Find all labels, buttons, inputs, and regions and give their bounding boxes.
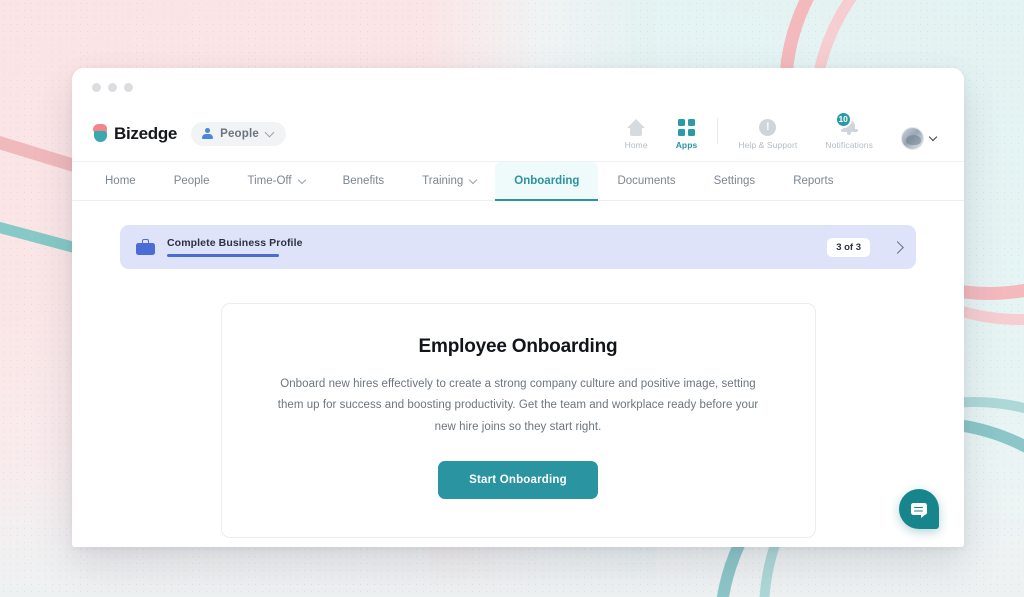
scope-selector[interactable]: People — [191, 121, 286, 146]
briefcase-icon — [136, 239, 155, 255]
chevron-down-icon — [297, 175, 306, 184]
banner-title: Complete Business Profile — [167, 237, 303, 250]
top-nav: Home Apps Help & Support 10 Notification… — [611, 110, 942, 150]
nav-item-apps-label: Apps — [675, 139, 698, 150]
tab-benefits-label: Benefits — [342, 175, 385, 187]
avatar — [901, 126, 924, 150]
nav-item-notifications[interactable]: 10 Notifications — [811, 110, 887, 150]
brand-logo[interactable]: Bizedge — [92, 124, 177, 144]
page-title: Employee Onboarding — [418, 336, 618, 357]
nav-item-home-label: Home — [624, 139, 648, 150]
chevron-down-icon — [928, 132, 938, 141]
help-exclamation-icon — [759, 118, 777, 136]
start-onboarding-button[interactable]: Start Onboarding — [438, 460, 598, 499]
nav-divider — [717, 117, 719, 144]
tab-settings[interactable]: Settings — [695, 162, 775, 200]
tab-training[interactable]: Training — [403, 162, 495, 200]
nav-item-help-support-label: Help & Support — [738, 139, 798, 150]
browser-window: Bizedge People Home Apps Help & Support — [72, 68, 964, 547]
chat-bubble-icon — [911, 503, 927, 518]
window-maximize-button[interactable] — [124, 82, 133, 92]
tab-onboarding[interactable]: Onboarding — [495, 162, 599, 201]
banner-text-group: Complete Business Profile — [167, 237, 303, 257]
banner-step-count: 3 of 3 — [827, 237, 870, 257]
app-header: Bizedge People Home Apps Help & Support — [72, 106, 964, 162]
complete-business-profile-banner[interactable]: Complete Business Profile 3 of 3 — [120, 225, 916, 269]
chevron-right-icon[interactable] — [891, 240, 904, 254]
onboarding-description: Onboard new hires effectively to create … — [277, 378, 759, 433]
window-close-button[interactable] — [92, 82, 101, 92]
tab-home-label: Home — [105, 175, 136, 187]
notifications-badge: 10 — [834, 110, 852, 128]
tab-benefits[interactable]: Benefits — [324, 162, 404, 200]
bizedge-leaf-logo-icon — [92, 124, 109, 143]
user-menu[interactable] — [887, 126, 942, 150]
tab-reports-label: Reports — [793, 175, 834, 187]
tab-time-off-label: Time-Off — [247, 175, 292, 187]
bell-icon: 10 — [834, 110, 858, 136]
apps-grid-icon — [678, 118, 696, 136]
nav-item-notifications-label: Notifications — [825, 139, 873, 150]
tab-documents[interactable]: Documents — [598, 162, 694, 200]
person-icon — [202, 128, 214, 139]
tab-onboarding-label: Onboarding — [514, 175, 580, 187]
employee-onboarding-card: Employee Onboarding Onboard new hires ef… — [220, 303, 816, 538]
chat-widget-button[interactable] — [899, 489, 939, 529]
chevron-down-icon — [469, 175, 478, 184]
brand-name: Bizedge — [114, 123, 178, 143]
tab-people-label: People — [173, 175, 210, 187]
scope-selector-label: People — [220, 127, 259, 140]
tab-time-off[interactable]: Time-Off — [229, 162, 324, 200]
tab-reports[interactable]: Reports — [774, 162, 852, 200]
tab-home[interactable]: Home — [86, 162, 155, 200]
chevron-down-icon — [264, 127, 275, 137]
module-tab-bar: Home People Time-Off Benefits Training O… — [72, 162, 964, 201]
tab-people[interactable]: People — [155, 162, 229, 200]
tab-training-label: Training — [422, 175, 464, 187]
nav-item-help-support[interactable]: Help & Support — [724, 118, 811, 150]
tab-settings-label: Settings — [713, 175, 756, 187]
nav-item-apps[interactable]: Apps — [662, 118, 712, 150]
main-content: Complete Business Profile 3 of 3 Employe… — [72, 201, 964, 547]
banner-progress-bar — [167, 254, 279, 257]
window-minimize-button[interactable] — [108, 82, 117, 92]
tab-documents-label: Documents — [617, 175, 676, 187]
window-titlebar — [72, 68, 964, 106]
home-icon — [626, 118, 646, 136]
nav-item-home[interactable]: Home — [611, 118, 662, 150]
